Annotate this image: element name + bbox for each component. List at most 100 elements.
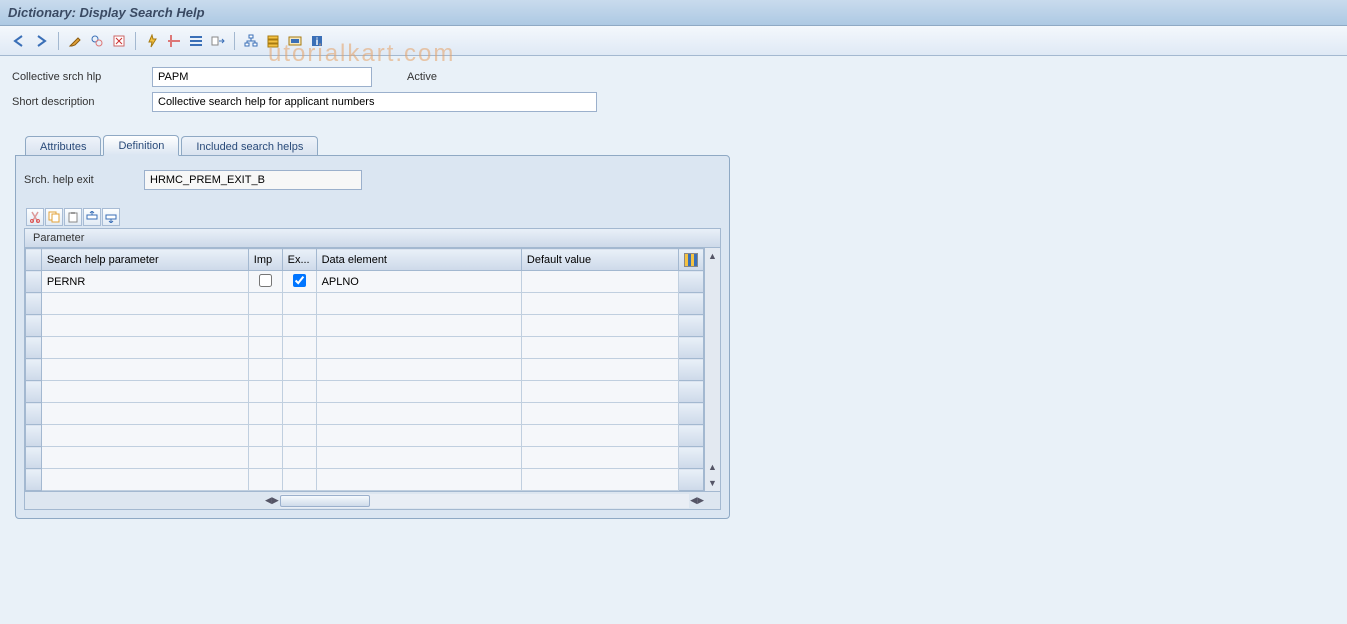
row-selector[interactable] bbox=[26, 359, 42, 381]
cell-exp[interactable] bbox=[282, 381, 316, 403]
cell-elem[interactable] bbox=[316, 425, 521, 447]
table-row[interactable]: PERNR APLNO bbox=[26, 271, 704, 293]
short-desc-input[interactable] bbox=[152, 92, 597, 112]
table-row[interactable] bbox=[26, 293, 704, 315]
cell-exp[interactable] bbox=[282, 359, 316, 381]
table-row[interactable] bbox=[26, 403, 704, 425]
cell-imp[interactable] bbox=[248, 403, 282, 425]
row-selector[interactable] bbox=[26, 315, 42, 337]
append-icon[interactable] bbox=[263, 31, 283, 51]
table-row[interactable] bbox=[26, 469, 704, 491]
table-row[interactable] bbox=[26, 381, 704, 403]
cell-param[interactable] bbox=[41, 469, 248, 491]
cell-imp[interactable] bbox=[248, 271, 282, 293]
tab-definition[interactable]: Definition bbox=[103, 135, 179, 156]
cell-elem[interactable] bbox=[316, 447, 521, 469]
cell-default[interactable] bbox=[521, 293, 678, 315]
cut-icon[interactable] bbox=[26, 208, 44, 226]
cell-imp[interactable] bbox=[248, 425, 282, 447]
scroll-right2-icon[interactable]: ▶ bbox=[697, 493, 704, 509]
cell-elem[interactable] bbox=[316, 359, 521, 381]
col-default-value[interactable]: Default value bbox=[521, 249, 678, 271]
cell-param[interactable] bbox=[41, 425, 248, 447]
row-selector[interactable] bbox=[26, 447, 42, 469]
cell-imp[interactable] bbox=[248, 469, 282, 491]
cell-default[interactable] bbox=[521, 469, 678, 491]
cell-default[interactable] bbox=[521, 271, 678, 293]
row-selector[interactable] bbox=[26, 381, 42, 403]
other-object-icon[interactable] bbox=[87, 31, 107, 51]
cell-exp[interactable] bbox=[282, 447, 316, 469]
cell-param[interactable]: PERNR bbox=[41, 271, 248, 293]
cell-exp[interactable] bbox=[282, 337, 316, 359]
col-search-help-parameter[interactable]: Search help parameter bbox=[41, 249, 248, 271]
cell-exp[interactable] bbox=[282, 425, 316, 447]
table-config-button[interactable] bbox=[678, 249, 703, 271]
paste-icon[interactable] bbox=[64, 208, 82, 226]
delete-row-icon[interactable] bbox=[102, 208, 120, 226]
tab-attributes[interactable]: Attributes bbox=[25, 136, 101, 156]
cell-param[interactable] bbox=[41, 381, 248, 403]
forward-button[interactable] bbox=[32, 31, 52, 51]
cell-elem[interactable] bbox=[316, 337, 521, 359]
cell-param[interactable] bbox=[41, 447, 248, 469]
hierarchy-icon[interactable] bbox=[241, 31, 261, 51]
cell-default[interactable] bbox=[521, 381, 678, 403]
tab-included-search-helps[interactable]: Included search helps bbox=[181, 136, 318, 156]
table-row[interactable] bbox=[26, 315, 704, 337]
cell-default[interactable] bbox=[521, 359, 678, 381]
cell-elem[interactable] bbox=[316, 381, 521, 403]
scroll-left-icon[interactable]: ◀ bbox=[265, 493, 272, 509]
srch-help-exit-input[interactable] bbox=[144, 170, 362, 190]
col-exp[interactable]: Ex... bbox=[282, 249, 316, 271]
cell-param[interactable] bbox=[41, 359, 248, 381]
cell-param[interactable] bbox=[41, 315, 248, 337]
back-button[interactable] bbox=[10, 31, 30, 51]
cell-exp[interactable] bbox=[282, 469, 316, 491]
cell-param[interactable] bbox=[41, 293, 248, 315]
cell-imp[interactable] bbox=[248, 293, 282, 315]
display-change-icon[interactable] bbox=[65, 31, 85, 51]
insert-row-icon[interactable] bbox=[83, 208, 101, 226]
row-selector[interactable] bbox=[26, 293, 42, 315]
cell-elem[interactable] bbox=[316, 315, 521, 337]
vertical-scrollbar[interactable]: ▲ ▲ ▼ bbox=[704, 248, 720, 491]
display-list-icon[interactable] bbox=[186, 31, 206, 51]
cell-elem[interactable] bbox=[316, 293, 521, 315]
cell-exp[interactable] bbox=[282, 315, 316, 337]
row-selector[interactable] bbox=[26, 337, 42, 359]
cell-param[interactable] bbox=[41, 403, 248, 425]
cell-imp[interactable] bbox=[248, 381, 282, 403]
col-data-element[interactable]: Data element bbox=[316, 249, 521, 271]
row-selector[interactable] bbox=[26, 271, 42, 293]
cell-elem[interactable]: APLNO bbox=[316, 271, 521, 293]
scroll-up-icon[interactable]: ▲ bbox=[705, 248, 720, 264]
cell-param[interactable] bbox=[41, 337, 248, 359]
table-row[interactable] bbox=[26, 359, 704, 381]
table-row[interactable] bbox=[26, 337, 704, 359]
cell-exp[interactable] bbox=[282, 271, 316, 293]
cell-elem[interactable] bbox=[316, 403, 521, 425]
col-imp[interactable]: Imp bbox=[248, 249, 282, 271]
row-selector[interactable] bbox=[26, 403, 42, 425]
cell-default[interactable] bbox=[521, 425, 678, 447]
cell-imp[interactable] bbox=[248, 359, 282, 381]
object-directory-icon[interactable] bbox=[208, 31, 228, 51]
check-icon[interactable] bbox=[109, 31, 129, 51]
scroll-down-icon[interactable]: ▲ bbox=[705, 459, 720, 475]
cell-default[interactable] bbox=[521, 447, 678, 469]
horizontal-scrollbar[interactable]: ◀ ▶ ◀ ▶ bbox=[24, 492, 721, 510]
cell-default[interactable] bbox=[521, 403, 678, 425]
scroll-left2-icon[interactable]: ▶ bbox=[272, 493, 279, 509]
table-row[interactable] bbox=[26, 425, 704, 447]
cell-default[interactable] bbox=[521, 337, 678, 359]
tech-settings-icon[interactable] bbox=[285, 31, 305, 51]
row-selector[interactable] bbox=[26, 469, 42, 491]
scroll-right-icon[interactable]: ◀ bbox=[690, 493, 697, 509]
cell-imp[interactable] bbox=[248, 337, 282, 359]
activate-icon[interactable] bbox=[142, 31, 162, 51]
cell-imp[interactable] bbox=[248, 315, 282, 337]
table-row[interactable] bbox=[26, 447, 704, 469]
cell-default[interactable] bbox=[521, 315, 678, 337]
cell-exp[interactable] bbox=[282, 293, 316, 315]
